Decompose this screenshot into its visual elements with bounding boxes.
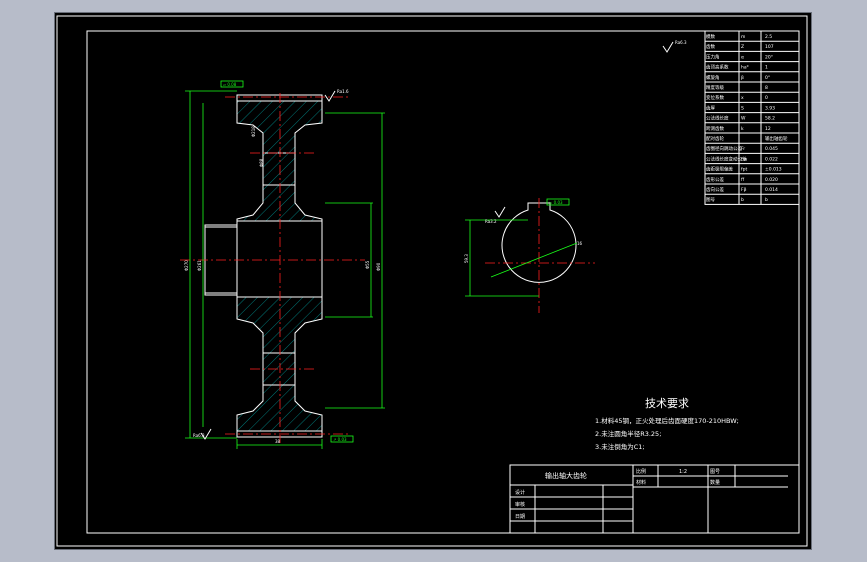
param-name: 齿形公差 (706, 176, 724, 183)
tech-note-3: 3.未注倒角为C1; (595, 442, 645, 451)
dim-root-text: Φ261 (197, 260, 202, 271)
param-name: 压力角 (706, 53, 720, 60)
roughness-top-text: Ra1.6 (337, 89, 349, 94)
param-value: 107 (765, 44, 774, 50)
param-symbol: β (741, 75, 744, 81)
dim-outer-text: Φ270 (184, 260, 189, 271)
param-name: 公法线长度 (706, 115, 729, 122)
param-name: 齿厚 (706, 105, 715, 111)
param-value: 1 (765, 65, 768, 71)
general-roughness-symbol (662, 41, 674, 53)
tech-note-2: 2.未注圆角半径R3.25; (595, 429, 661, 438)
date-label: 日期 (515, 514, 525, 520)
dim-bore-text: Φ55 (365, 260, 370, 269)
roughness-bottom-text: Ra6.3 (193, 433, 205, 438)
param-symbol: W (741, 116, 746, 122)
flatness-callout: ▱ 0.08 (223, 82, 237, 87)
param-value: 3.93 (765, 105, 775, 111)
param-symbol: Fr (741, 146, 745, 152)
gear-section-view: ▱ 0.08 ↗ 0.03 Φ270 Φ261 Φ90 Φ55 Φ218 Φ88… (180, 80, 385, 449)
param-symbol: Fw (741, 156, 748, 162)
param-symbol: Z (741, 44, 744, 50)
tech-req-title: 技术要求 (645, 397, 689, 410)
material-label: 材料 (636, 479, 646, 486)
param-value: 20° (765, 54, 773, 60)
param-value: 12 (765, 126, 771, 132)
param-name: 精度等级 (706, 84, 724, 91)
gear-parameter-table: 模数 m 2.5 齿数 Z 107 压力角 α 20° 齿顶高系数 ha* 1 螺旋角 β 0° 精度等级 8 变… (704, 30, 800, 205)
qty-label: 数量 (710, 479, 720, 486)
param-symbol: x (741, 96, 744, 101)
param-value: 0.014 (765, 187, 778, 193)
param-name: 齿顶高系数 (706, 64, 729, 71)
part-name: 输出轴大齿轮 (545, 471, 587, 480)
drawing-canvas: ▱ 0.08 ↗ 0.03 Φ270 Φ261 Φ90 Φ55 Φ218 Φ88… (56, 15, 808, 547)
dim-hub-text: Φ90 (376, 262, 381, 271)
param-value: 2.5 (765, 34, 772, 40)
param-name: 齿距极限偏差 (706, 166, 733, 173)
param-value: 0 (765, 95, 768, 101)
dim-hub-outer-text: Φ88 (259, 158, 264, 167)
param-name: 图号 (706, 197, 715, 203)
param-name: 螺旋角 (706, 74, 720, 81)
param-value: 0° (765, 75, 770, 81)
upper-gear-section (236, 100, 323, 222)
dim-width-text: 38 (275, 439, 281, 444)
param-symbol: ha* (741, 65, 750, 71)
lower-gear-section (236, 296, 323, 432)
runout-callout: ↗ 0.03 (333, 437, 347, 442)
dim-keyway-text: 59.3 (464, 254, 469, 263)
param-name: 齿圈径向跳动公差 (706, 145, 742, 152)
param-value: b (765, 197, 768, 203)
param-value: 0.045 (765, 146, 778, 152)
param-value: 58.2 (765, 116, 775, 122)
designer-label: 设计 (515, 489, 525, 496)
param-symbol: Fβ (741, 187, 747, 193)
param-name: 跨测齿数 (706, 125, 724, 132)
param-symbol: b (741, 197, 744, 203)
checker-label: 审核 (515, 501, 525, 508)
param-symbol: S (741, 105, 744, 111)
dim-web-text: Φ218 (251, 126, 256, 137)
param-name: 模数 (706, 33, 715, 40)
param-value: ±0.013 (765, 167, 782, 173)
param-symbol: ff (741, 177, 745, 183)
bore-side-view: 59.3 16 = 0.03 Ra3.2 (464, 198, 595, 313)
param-symbol: α (741, 55, 744, 60)
param-name: 齿数 (706, 43, 715, 50)
general-roughness-text: Ra6.3 (675, 40, 687, 45)
bore-roughness-text: Ra3.2 (485, 219, 497, 224)
param-symbol: k (741, 126, 744, 132)
outer-border (56, 15, 808, 547)
scale-value: 1:2 (679, 469, 687, 475)
title-block: 输出轴大齿轮 比例 1:2 图号 材料 数量 设计 审核 日期 (509, 464, 800, 534)
param-name: 齿向公差 (706, 186, 724, 193)
param-name: 配对齿轮 (706, 135, 724, 142)
param-symbol: fpt (741, 167, 747, 173)
param-value: 8 (765, 85, 768, 91)
dim-key-text: 16 (577, 241, 583, 246)
roughness-symbol-top (324, 90, 336, 102)
cad-viewport[interactable]: ▱ 0.08 ↗ 0.03 Φ270 Φ261 Φ90 Φ55 Φ218 Φ88… (54, 12, 812, 550)
drawing-no-label: 图号 (710, 469, 720, 475)
hub-bore-region (236, 220, 323, 298)
param-symbol: m (741, 35, 745, 40)
key-tolerance-callout: = 0.03 (549, 200, 563, 205)
param-value: 0.022 (765, 156, 778, 162)
param-value: 0.020 (765, 177, 778, 183)
tech-note-1: 1.材料45钢，正火处理后齿面硬度170-210HBW; (595, 416, 739, 425)
inner-border (86, 30, 800, 534)
param-name: 变位系数 (706, 94, 724, 101)
param-value: 输出轴齿轮 (765, 135, 788, 142)
scale-label: 比例 (636, 468, 646, 475)
